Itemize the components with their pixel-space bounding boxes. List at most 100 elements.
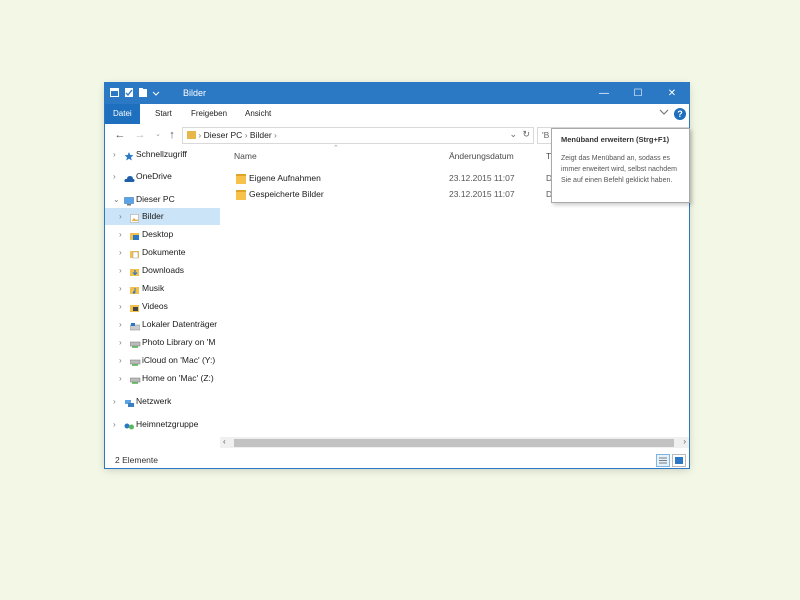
sidebar-item-videos[interactable]: › Videos [105, 298, 220, 315]
tooltip-body: Zeigt das Menüband an, sodass es immer e… [561, 155, 677, 184]
breadcrumb: › Dieser PC › Bilder › [187, 130, 277, 140]
up-arrow-icon[interactable]: ↑ [165, 127, 179, 143]
music-folder-icon [130, 284, 140, 294]
close-button[interactable]: ✕ [655, 83, 689, 104]
tab-ansicht[interactable]: Ansicht [237, 104, 279, 124]
sidebar-item-schnellzugriff[interactable]: › Schnellzugriff [105, 146, 220, 163]
folder-icon [236, 174, 246, 184]
scroll-right-icon[interactable]: › [683, 437, 686, 446]
window-title: Bilder [183, 88, 207, 98]
scrollbar-thumb[interactable] [234, 439, 674, 447]
horizontal-scrollbar[interactable]: ‹ › [220, 437, 689, 448]
sidebar-item-label: Musik [142, 283, 165, 293]
sidebar-item-photo-library[interactable]: › Photo Library on 'M [105, 334, 220, 351]
chevron-right-icon[interactable]: › [119, 316, 122, 333]
sidebar-item-label: Lokaler Datenträger [142, 319, 218, 329]
maximize-button[interactable]: ☐ [621, 83, 655, 104]
tab-datei[interactable]: Datei [105, 104, 140, 124]
sidebar-item-onedrive[interactable]: › OneDrive [105, 168, 220, 185]
sidebar-item-desktop[interactable]: › Desktop [105, 226, 220, 243]
new-folder-icon[interactable] [138, 87, 148, 98]
tab-start[interactable]: Start [147, 104, 180, 124]
chevron-right-icon[interactable]: › [113, 393, 116, 410]
sidebar-item-netzwerk[interactable]: › Netzwerk [105, 393, 220, 410]
large-icons-view-icon[interactable] [672, 454, 686, 467]
sidebar-item-bilder[interactable]: › Bilder [105, 208, 220, 225]
item-count: 2 Elemente [115, 455, 158, 465]
chevron-right-icon[interactable]: › [119, 352, 122, 369]
breadcrumb-sep: › [198, 130, 202, 140]
chevron-right-icon[interactable]: › [113, 416, 116, 433]
window-controls: — ☐ ✕ [587, 83, 689, 104]
sidebar-item-downloads[interactable]: › Downloads [105, 262, 220, 279]
file-date: 23.12.2015 11:07 [449, 173, 515, 183]
chevron-down-icon[interactable]: ⌄ [113, 191, 120, 208]
sidebar-item-icloud[interactable]: › iCloud on 'Mac' (Y:) [105, 352, 220, 369]
status-bar: 2 Elemente [105, 451, 689, 468]
chevron-right-icon[interactable]: › [119, 334, 122, 351]
help-icon[interactable]: ? [674, 108, 686, 120]
file-name: Gespeicherte Bilder [249, 189, 324, 199]
chevron-right-icon[interactable]: › [119, 244, 122, 261]
network-drive-icon [129, 374, 141, 384]
videos-folder-icon [130, 302, 140, 312]
table-row[interactable]: Eigene Aufnahmen 23.12.2015 11:07 D [220, 171, 552, 186]
sidebar-item-dieser-pc[interactable]: ⌄ Dieser PC [105, 191, 220, 208]
chevron-right-icon[interactable]: › [113, 168, 116, 185]
forward-arrow-icon[interactable]: → [133, 127, 147, 143]
file-name: Eigene Aufnahmen [249, 173, 321, 183]
column-header-name[interactable]: Name [234, 151, 257, 161]
title-bar[interactable]: Bilder — ☐ ✕ [105, 83, 689, 104]
chevron-down-icon[interactable] [657, 107, 671, 121]
recent-dropdown-icon[interactable]: ⌄ [151, 127, 165, 143]
tab-freigeben[interactable]: Freigeben [183, 104, 235, 124]
chevron-right-icon[interactable]: › [119, 208, 122, 225]
file-date: 23.12.2015 11:07 [449, 189, 515, 199]
homegroup-icon [124, 420, 134, 430]
network-icon [124, 397, 134, 407]
sidebar-item-heimnetzgruppe[interactable]: › Heimnetzgruppe [105, 416, 220, 433]
refresh-icon[interactable]: ↻ [522, 129, 530, 140]
qat-dropdown-icon[interactable] [152, 87, 162, 98]
computer-icon [124, 195, 134, 206]
sidebar-item-label: Netzwerk [136, 396, 172, 406]
breadcrumb-sep: › [274, 130, 277, 140]
sidebar-item-label: Videos [142, 301, 168, 311]
quick-access-toolbar [110, 87, 162, 98]
navigation-pane: › Schnellzugriff › OneDrive ⌄ Dieser PC … [105, 146, 220, 451]
sidebar-item-label: Dieser PC [136, 194, 175, 204]
folder-icon [236, 190, 246, 200]
pictures-folder-icon [130, 212, 140, 223]
details-view-icon[interactable] [656, 454, 670, 467]
search-placeholder: 'B [542, 130, 550, 140]
chevron-right-icon[interactable]: › [119, 226, 122, 243]
address-bar[interactable]: › Dieser PC › Bilder › ⌄ ↻ [182, 127, 534, 144]
sidebar-item-dokumente[interactable]: › Dokumente [105, 244, 220, 261]
chevron-right-icon[interactable]: › [119, 280, 122, 297]
back-arrow-icon[interactable]: ← [113, 127, 127, 143]
breadcrumb-dieser-pc[interactable]: Dieser PC [204, 130, 243, 140]
chevron-right-icon[interactable]: › [119, 370, 122, 387]
sidebar-item-label: Desktop [142, 229, 174, 239]
chevron-right-icon[interactable]: › [119, 298, 122, 315]
scroll-left-icon[interactable]: ‹ [223, 437, 226, 446]
table-row[interactable]: Gespeicherte Bilder 23.12.2015 11:07 D [220, 187, 552, 202]
chevron-right-icon[interactable]: › [113, 146, 116, 163]
sidebar-item-lokaler-datentraeger[interactable]: › Lokaler Datenträger [105, 316, 220, 333]
sidebar-item-label: iCloud on 'Mac' (Y:) [142, 355, 216, 365]
documents-folder-icon [130, 248, 140, 259]
network-drive-icon [129, 356, 141, 366]
tooltip-title: Menüband erweitern (Strg+F1) [561, 135, 670, 144]
sidebar-item-musik[interactable]: › Musik [105, 280, 220, 297]
properties-icon[interactable] [124, 87, 134, 98]
chevron-right-icon[interactable]: › [119, 262, 122, 279]
breadcrumb-bilder[interactable]: Bilder [250, 130, 272, 140]
sidebar-item-label: OneDrive [136, 171, 172, 181]
minimize-button[interactable]: — [587, 83, 621, 104]
sidebar-item-label: Schnellzugriff [136, 149, 187, 159]
ribbon-expand-tooltip: Menüband erweitern (Strg+F1) Zeigt das M… [551, 128, 690, 203]
column-header-date[interactable]: Änderungsdatum [449, 151, 514, 161]
address-dropdown-icon[interactable]: ⌄ [509, 129, 517, 140]
sidebar-item-home-mac[interactable]: › Home on 'Mac' (Z:) [105, 370, 220, 387]
desktop-folder-icon [130, 230, 140, 240]
